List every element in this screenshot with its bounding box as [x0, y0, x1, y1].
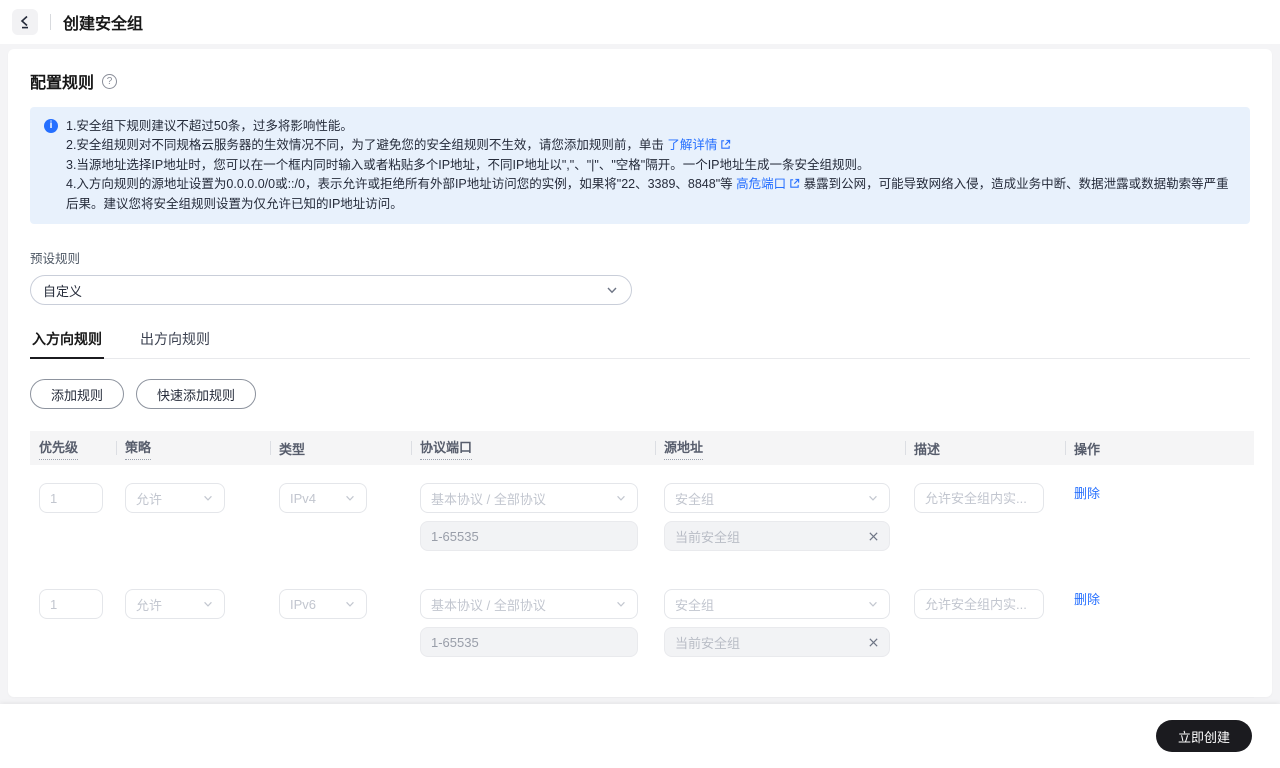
chevron-down-icon	[867, 598, 879, 610]
policy-select: 允许	[125, 483, 225, 513]
notice-line-3: 3.当源地址选择IP地址时，您可以在一个框内同时输入或者粘贴多个IP地址，不同I…	[66, 158, 870, 172]
chevron-down-icon	[867, 492, 879, 504]
priority-input	[39, 589, 103, 619]
info-banner: i 1.安全组下规则建议不超过50条，过多将影响性能。 2.安全组规则对不同规格…	[30, 107, 1250, 224]
page-title: 创建安全组	[63, 16, 144, 33]
notice-line-4: 4.入方向规则的源地址设置为0.0.0.0/0或::/0，表示允许或拒绝所有外部…	[66, 175, 1234, 214]
quick-add-rule-button[interactable]: 快速添加规则	[136, 379, 257, 409]
table-row: 允许 IPv6 基本协议 / 全部协议	[30, 571, 1254, 677]
footer-bar: 立即创建	[0, 704, 1280, 768]
direction-tabs: 入方向规则 出方向规则	[30, 329, 1250, 359]
external-link-icon	[789, 176, 800, 195]
content-area: 配置规则 ? i 1.安全组下规则建议不超过50条，过多将影响性能。 2.安全组…	[0, 44, 1280, 704]
tab-inbound-rules[interactable]: 入方向规则	[30, 329, 104, 359]
notice-line-2-text: 2.安全组规则对不同规格云服务器的生效情况不同，为了避免您的安全组规则不生效，请…	[66, 138, 664, 152]
header-divider	[50, 14, 51, 30]
description-input	[914, 483, 1044, 513]
source-group-tag: 当前安全组	[664, 521, 890, 551]
chevron-left-icon	[20, 15, 28, 29]
chevron-down-icon	[615, 598, 627, 610]
chevron-down-icon	[202, 492, 214, 504]
notice-line-4-text: 4.入方向规则的源地址设置为0.0.0.0/0或::/0，表示允许或拒绝所有外部…	[66, 177, 733, 191]
table-row: 允许 IPv4 基本协议 / 全部协议	[30, 465, 1254, 571]
page-header: 创建安全组	[0, 0, 1280, 44]
chevron-down-icon	[202, 598, 214, 610]
column-header-operation: 操作	[1065, 431, 1254, 465]
port-range-input	[420, 521, 638, 551]
column-header-source: 源地址	[655, 431, 905, 465]
close-icon	[868, 637, 879, 648]
chevron-down-icon	[344, 598, 356, 610]
protocol-select: 基本协议 / 全部协议	[420, 589, 638, 619]
notice-line-2: 2.安全组规则对不同规格云服务器的生效情况不同，为了避免您的安全组规则不生效，请…	[66, 136, 1234, 156]
section-title: 配置规则	[30, 75, 95, 92]
notice-line-1: 1.安全组下规则建议不超过50条，过多将影响性能。	[66, 119, 353, 133]
type-select: IPv6	[279, 589, 367, 619]
priority-input	[39, 483, 103, 513]
column-header-priority: 优先级	[30, 431, 116, 465]
source-type-select: 安全组	[664, 589, 890, 619]
policy-select: 允许	[125, 589, 225, 619]
source-type-select: 安全组	[664, 483, 890, 513]
info-icon: i	[44, 119, 58, 133]
high-risk-ports-link[interactable]: 高危端口	[736, 177, 786, 191]
help-icon[interactable]: ?	[102, 73, 118, 89]
config-rules-card: 配置规则 ? i 1.安全组下规则建议不超过50条，过多将影响性能。 2.安全组…	[8, 49, 1272, 698]
table-header-row: 优先级 策略 类型 协议端口 源地址 描述 操作	[30, 431, 1254, 465]
chevron-down-icon	[615, 492, 627, 504]
preset-rules-value: 自定义	[43, 283, 83, 299]
tab-outbound-rules[interactable]: 出方向规则	[138, 329, 212, 358]
column-header-description: 描述	[905, 431, 1065, 465]
preset-rules-label: 预设规则	[30, 252, 81, 266]
description-input	[914, 589, 1044, 619]
column-header-policy: 策略	[116, 431, 270, 465]
type-select: IPv4	[279, 483, 367, 513]
table-bottom-divider	[30, 697, 1254, 698]
source-group-tag: 当前安全组	[664, 627, 890, 657]
delete-rule-link[interactable]: 删除	[1074, 592, 1100, 607]
inbound-rules-table: 优先级 策略 类型 协议端口 源地址 描述 操作 允许	[30, 431, 1254, 698]
learn-more-link[interactable]: 了解详情	[667, 138, 717, 152]
column-header-protocol-port: 协议端口	[411, 431, 655, 465]
delete-rule-link[interactable]: 删除	[1074, 486, 1100, 501]
port-range-input	[420, 627, 638, 657]
create-now-button[interactable]: 立即创建	[1155, 720, 1252, 752]
back-button[interactable]	[12, 9, 38, 35]
column-header-type: 类型	[270, 431, 411, 465]
protocol-select: 基本协议 / 全部协议	[420, 483, 638, 513]
preset-rules-select[interactable]: 自定义	[30, 275, 632, 305]
external-link-icon	[720, 137, 731, 156]
chevron-down-icon	[605, 283, 619, 297]
add-rule-button[interactable]: 添加规则	[30, 379, 125, 409]
chevron-down-icon	[344, 492, 356, 504]
close-icon	[868, 531, 879, 542]
